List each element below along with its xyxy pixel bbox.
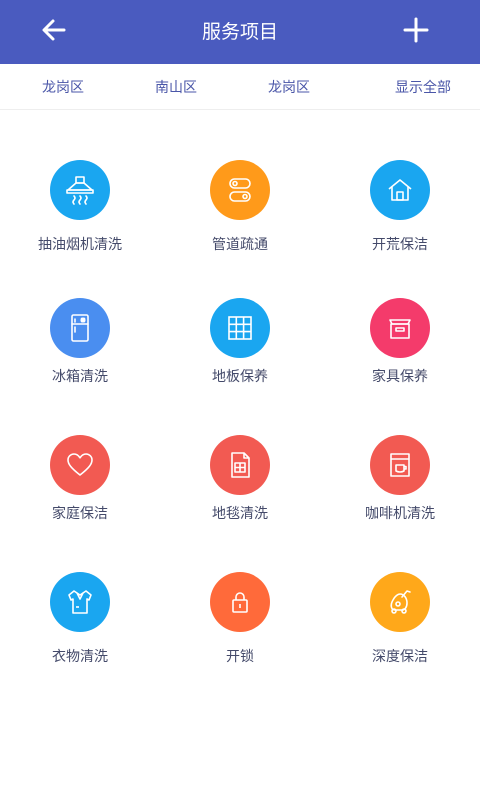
pipe-icon [229, 178, 251, 202]
service-grid: 抽油烟机清洗 管道疏通 开荒保洁 冰箱清洗 地板保养 家具保养 家庭保洁 地毯清… [0, 110, 480, 710]
plus-icon [403, 17, 429, 43]
service-icon-circle [370, 298, 430, 358]
service-icon-circle [50, 160, 110, 220]
service-icon-circle [210, 298, 270, 358]
carpet-icon [231, 452, 250, 478]
service-label: 管道疏通 [212, 237, 268, 253]
service-coffee-machine-cleaning[interactable]: 咖啡机清洗 [320, 435, 480, 565]
vacuum-icon [390, 590, 411, 614]
service-icon-circle [370, 160, 430, 220]
district-filter-bar: 龙岗区 南山区 龙岗区 显示全部 [0, 64, 480, 110]
range-hood-icon [66, 176, 94, 205]
service-icon-circle [50, 435, 110, 495]
service-icon-circle [210, 572, 270, 632]
service-label: 开荒保洁 [372, 237, 428, 253]
district-tab-longgang-2[interactable]: 龙岗区 [268, 64, 310, 110]
top-bar: 服务项目 [0, 0, 480, 64]
service-label: 冰箱清洗 [52, 369, 108, 385]
district-tab-nanshan[interactable]: 南山区 [155, 64, 197, 110]
floor-tiles-icon [228, 316, 252, 340]
service-icon-circle [50, 572, 110, 632]
service-label: 深度保洁 [372, 649, 428, 665]
service-deep-cleaning[interactable]: 深度保洁 [320, 572, 480, 702]
house-icon [388, 179, 412, 201]
service-label: 家庭保洁 [52, 506, 108, 522]
service-label: 衣物清洗 [52, 649, 108, 665]
service-icon-circle [210, 435, 270, 495]
service-furniture-maintenance[interactable]: 家具保养 [320, 298, 480, 428]
service-range-hood-cleaning[interactable]: 抽油烟机清洗 [0, 160, 160, 290]
add-button[interactable] [396, 10, 436, 50]
heart-icon [67, 453, 93, 476]
service-icon-circle [370, 435, 430, 495]
service-laundry[interactable]: 衣物清洗 [0, 572, 160, 702]
service-locksmith[interactable]: 开锁 [160, 572, 320, 702]
service-label: 地板保养 [212, 369, 268, 385]
service-label: 地毯清洗 [212, 506, 268, 522]
arrow-left-icon [42, 19, 66, 41]
service-fridge-cleaning[interactable]: 冰箱清洗 [0, 298, 160, 428]
service-label: 家具保养 [372, 369, 428, 385]
service-home-cleaning[interactable]: 家庭保洁 [0, 435, 160, 565]
service-label: 咖啡机清洗 [365, 506, 435, 522]
fridge-icon [71, 314, 89, 342]
district-tab-longgang[interactable]: 龙岗区 [42, 64, 84, 110]
service-label: 抽油烟机清洗 [38, 237, 122, 253]
service-icon-circle [370, 572, 430, 632]
service-floor-maintenance[interactable]: 地板保养 [160, 298, 320, 428]
service-pipe-unblocking[interactable]: 管道疏通 [160, 160, 320, 290]
shirt-icon [68, 590, 92, 614]
lock-icon [232, 592, 248, 613]
service-icon-circle [50, 298, 110, 358]
service-carpet-cleaning[interactable]: 地毯清洗 [160, 435, 320, 565]
service-move-in-cleaning[interactable]: 开荒保洁 [320, 160, 480, 290]
coffee-machine-icon [390, 453, 410, 477]
cabinet-icon [389, 319, 411, 339]
show-all-link[interactable]: 显示全部 [395, 64, 451, 110]
service-label: 开锁 [226, 649, 254, 665]
back-button[interactable] [34, 10, 74, 50]
service-icon-circle [210, 160, 270, 220]
